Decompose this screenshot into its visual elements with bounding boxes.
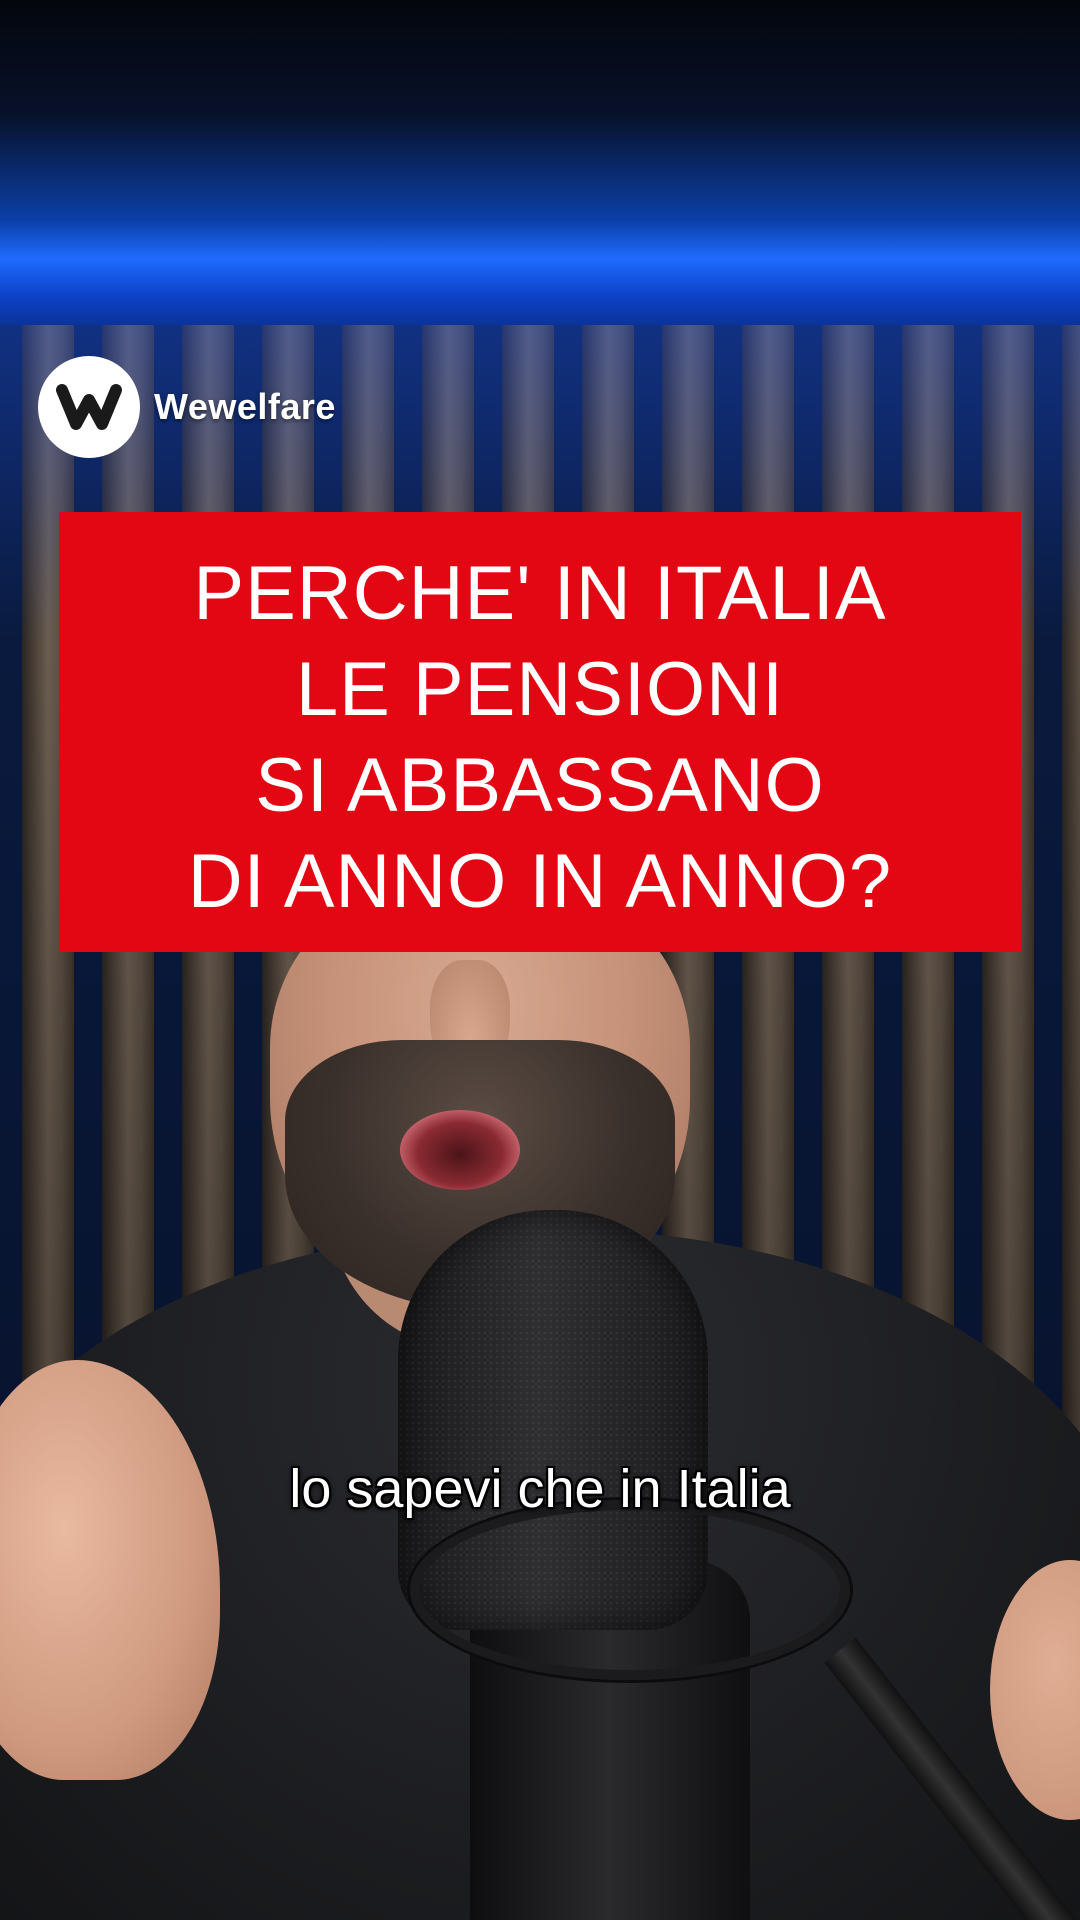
subtitle-caption: lo sapevi che in Italia [289, 1459, 791, 1519]
video-frame: Wewelfare PERCHE' IN ITALIA LE PENSIONI … [0, 0, 1080, 1920]
speaker [0, 0, 1080, 1920]
brand-name: Wewelfare [154, 386, 336, 427]
headline-line: PERCHE' IN ITALIA [193, 551, 887, 636]
wewelfare-w-logo-icon [38, 356, 140, 458]
brand-logo: Wewelfare [38, 355, 336, 459]
headline-card: PERCHE' IN ITALIA LE PENSIONI SI ABBASSA… [59, 512, 1021, 952]
microphone-shock-mount [410, 1500, 850, 1680]
headline-line: LE PENSIONI [295, 647, 785, 732]
headline-line: DI ANNO IN ANNO? [187, 839, 893, 924]
speaker-mouth [400, 1110, 520, 1190]
headline-line: SI ABBASSANO [255, 743, 825, 828]
